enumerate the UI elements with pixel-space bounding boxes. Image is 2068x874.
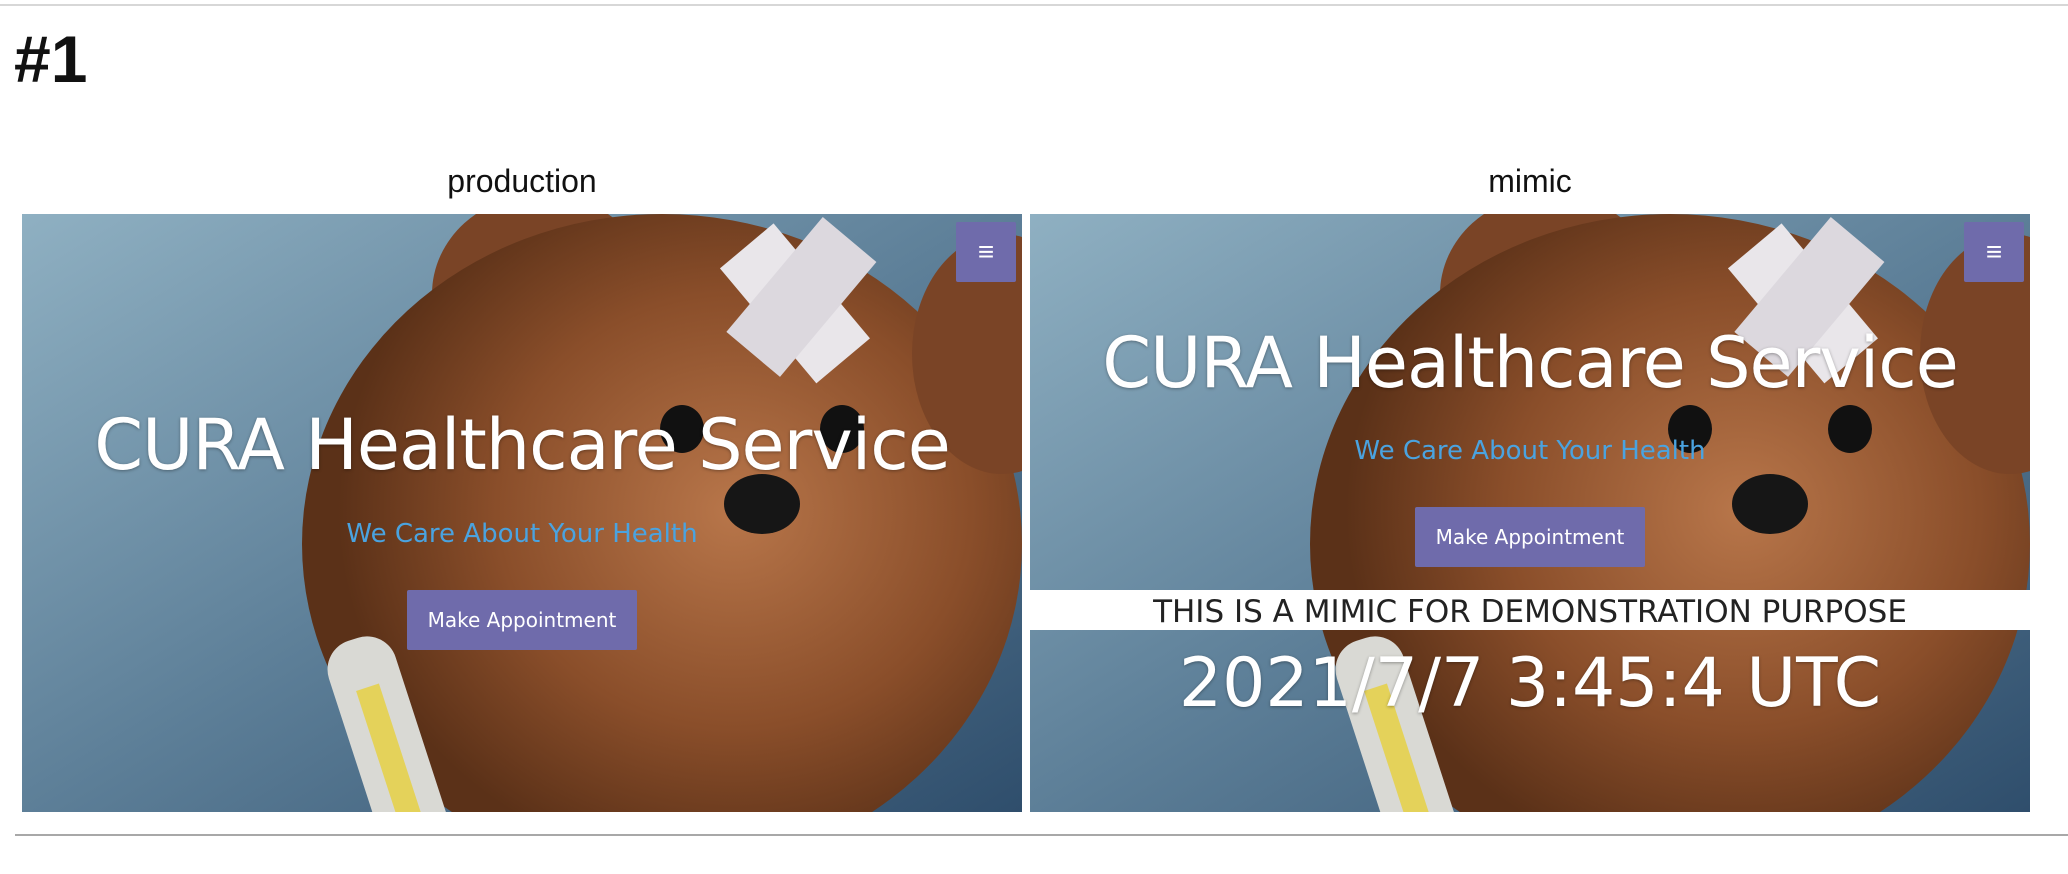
hero-title: CURA Healthcare Service <box>94 404 951 486</box>
bottom-divider <box>15 834 2068 836</box>
production-screenshot: ≡ CURA Healthcare Service We Care About … <box>22 214 1022 812</box>
hero-background-image <box>22 214 1022 812</box>
make-appointment-button[interactable]: Make Appointment <box>406 590 638 650</box>
case-title: #1 <box>14 22 88 96</box>
mimic-banner: THIS IS A MIMIC FOR DEMONSTRATION PURPOS… <box>1030 590 2030 630</box>
make-appointment-button[interactable]: Make Appointment <box>1414 507 1646 567</box>
hero-subtitle: We Care About Your Health <box>1354 436 1706 466</box>
mimic-label: mimic <box>1488 163 1572 199</box>
menu-toggle-button[interactable]: ≡ <box>1964 222 2024 282</box>
hero-subtitle: We Care About Your Health <box>346 519 698 549</box>
menu-toggle-button[interactable]: ≡ <box>956 222 1016 282</box>
hamburger-icon: ≡ <box>1985 236 2003 267</box>
hamburger-icon: ≡ <box>977 236 995 267</box>
mimic-timestamp: 2021/7/7 3:45:4 UTC <box>1178 644 1882 723</box>
hero-title: CURA Healthcare Service <box>1102 322 1959 404</box>
production-label: production <box>447 163 597 199</box>
top-divider <box>0 4 2068 6</box>
mimic-screenshot: ≡ CURA Healthcare Service We Care About … <box>1030 214 2030 812</box>
